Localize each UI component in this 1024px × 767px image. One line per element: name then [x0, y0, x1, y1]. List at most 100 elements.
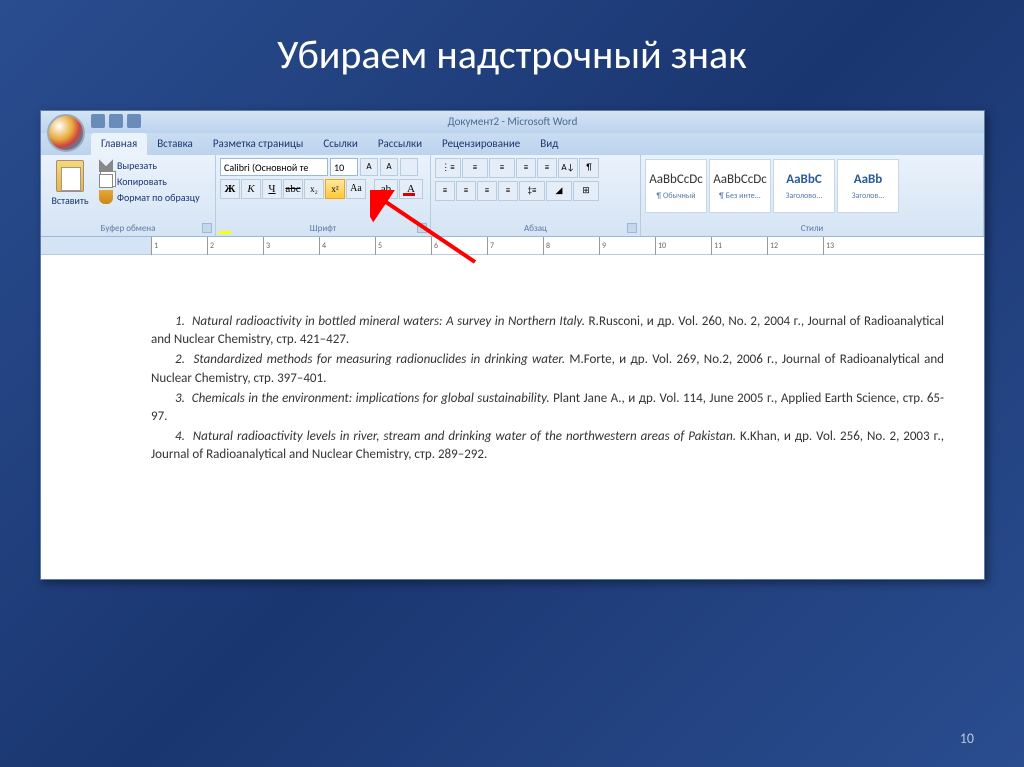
- highlight-label: ab: [381, 183, 391, 195]
- ruler-tick: 12: [767, 237, 823, 255]
- styles-gallery: AaBbCcDc ¶ Обычный AaBbCcDc ¶ Без инте..…: [645, 159, 979, 213]
- ruler-tick: 13: [823, 237, 879, 255]
- group-font: Calibri (Основной те 10 A A Ж К Ч abc x₂…: [216, 155, 431, 236]
- reference-entry: 3. Chemicals in the environment: implica…: [151, 390, 944, 426]
- grow-font-button[interactable]: A: [360, 158, 378, 176]
- align-left-button[interactable]: ≡: [435, 181, 455, 201]
- quick-access-toolbar: [91, 114, 141, 128]
- tab-page-layout[interactable]: Разметка страницы: [203, 133, 314, 155]
- clear-formatting-button[interactable]: [400, 158, 418, 176]
- group-label-paragraph: Абзац: [431, 223, 640, 234]
- tab-mailings[interactable]: Рассылки: [368, 133, 432, 155]
- style-heading1[interactable]: AaBbC Заголово...: [773, 159, 835, 213]
- ruler-tick: 9: [599, 237, 655, 255]
- superscript-button[interactable]: x²: [325, 179, 345, 199]
- undo-icon[interactable]: [109, 114, 123, 128]
- font-color-button[interactable]: A: [399, 179, 423, 199]
- scissors-icon: [99, 158, 113, 172]
- reference-entry: 1. Natural radioactivity in bottled mine…: [151, 313, 944, 349]
- copy-button[interactable]: Копировать: [99, 174, 200, 188]
- style-preview: AaBbCcDc: [649, 172, 703, 187]
- tab-review[interactable]: Рецензирование: [432, 133, 530, 155]
- ref-num: 3.: [175, 391, 185, 406]
- sort-button[interactable]: A↓: [558, 158, 578, 178]
- brush-icon: [99, 190, 113, 204]
- bold-button[interactable]: Ж: [220, 179, 240, 199]
- font-dialog-launcher[interactable]: [417, 223, 427, 233]
- word-window: Документ2 - Microsoft Word Главная Встав…: [40, 110, 985, 580]
- paragraph-dialog-launcher[interactable]: [627, 223, 637, 233]
- multilevel-list-button[interactable]: ≡: [489, 158, 515, 178]
- ref-num: 2.: [175, 352, 185, 367]
- slide-page-number: 10: [960, 730, 974, 747]
- font-family-combo[interactable]: Calibri (Основной те: [220, 158, 328, 176]
- style-no-spacing[interactable]: AaBbCcDc ¶ Без инте...: [709, 159, 771, 213]
- decrease-indent-button[interactable]: ≡: [516, 158, 536, 178]
- group-paragraph: ⋮≡ ≡ ≡ ≡ ≡ A↓ ¶ ≡ ≡ ≡ ≡ ‡≡ ◢ ⊞ Абзац: [431, 155, 641, 236]
- slide-title: Убираем надстрочный знак: [0, 0, 1024, 99]
- ribbon-tabs: Главная Вставка Разметка страницы Ссылки…: [41, 133, 984, 155]
- tab-references[interactable]: Ссылки: [313, 133, 368, 155]
- copy-label: Копировать: [117, 175, 167, 188]
- redo-icon[interactable]: [127, 114, 141, 128]
- cut-label: Вырезать: [117, 159, 157, 172]
- format-painter-button[interactable]: Формат по образцу: [99, 190, 200, 204]
- document-area[interactable]: 1. Natural radioactivity in bottled mine…: [41, 255, 984, 579]
- style-heading2[interactable]: AaBb Заголов...: [837, 159, 899, 213]
- italic-button[interactable]: К: [241, 179, 261, 199]
- ruler-left-margin: [41, 237, 151, 254]
- strikethrough-button[interactable]: abc: [283, 179, 303, 199]
- numbering-button[interactable]: ≡: [462, 158, 488, 178]
- style-name: Заголов...: [852, 191, 885, 201]
- line-spacing-button[interactable]: ‡≡: [519, 181, 545, 201]
- align-right-button[interactable]: ≡: [477, 181, 497, 201]
- change-case-button[interactable]: Aa: [346, 179, 366, 199]
- ruler-tick: 7: [487, 237, 543, 255]
- style-normal[interactable]: AaBbCcDc ¶ Обычный: [645, 159, 707, 213]
- borders-button[interactable]: ⊞: [573, 181, 599, 201]
- tab-insert[interactable]: Вставка: [147, 133, 203, 155]
- underline-button[interactable]: Ч: [262, 179, 282, 199]
- copy-icon: [99, 174, 113, 188]
- style-name: ¶ Без инте...: [719, 191, 761, 201]
- paste-icon: [56, 160, 84, 192]
- style-name: Заголово...: [786, 191, 823, 201]
- highlight-button[interactable]: ab: [374, 179, 398, 199]
- window-titlebar: Документ2 - Microsoft Word: [41, 111, 984, 133]
- justify-button[interactable]: ≡: [498, 181, 518, 201]
- ruler-tick: 2: [207, 237, 263, 255]
- align-center-button[interactable]: ≡: [456, 181, 476, 201]
- ref-num: 4.: [175, 429, 185, 444]
- ref-title: Natural radioactivity in bottled mineral…: [192, 314, 585, 329]
- ruler-ticks: 1 2 3 4 5 6 7 8 9 10 11 12 13: [151, 237, 879, 255]
- ruler-tick: 4: [319, 237, 375, 255]
- office-button[interactable]: [47, 114, 85, 152]
- style-preview: AaBbCcDc: [713, 172, 767, 187]
- ref-title: Natural radioactivity levels in river, s…: [193, 429, 736, 444]
- show-marks-button[interactable]: ¶: [579, 158, 599, 178]
- tab-view[interactable]: Вид: [530, 133, 568, 155]
- ref-title: Standardized methods for measuring radio…: [194, 352, 566, 367]
- ruler-tick: 10: [655, 237, 711, 255]
- ruler-tick: 6: [431, 237, 487, 255]
- font-size-combo[interactable]: 10: [330, 158, 358, 176]
- paste-button[interactable]: Вставить: [45, 158, 95, 209]
- bullets-button[interactable]: ⋮≡: [435, 158, 461, 178]
- group-styles: AaBbCcDc ¶ Обычный AaBbCcDc ¶ Без инте..…: [641, 155, 984, 236]
- subscript-button[interactable]: x₂: [304, 179, 324, 199]
- clipboard-dialog-launcher[interactable]: [202, 223, 212, 233]
- horizontal-ruler[interactable]: 1 2 3 4 5 6 7 8 9 10 11 12 13: [41, 237, 984, 255]
- tab-home[interactable]: Главная: [91, 133, 147, 155]
- shrink-font-button[interactable]: A: [380, 158, 398, 176]
- increase-indent-button[interactable]: ≡: [537, 158, 557, 178]
- style-name: ¶ Обычный: [656, 191, 695, 201]
- cut-button[interactable]: Вырезать: [99, 158, 200, 172]
- group-label-styles: Стили: [641, 223, 983, 234]
- ruler-tick: 8: [543, 237, 599, 255]
- ruler-tick: 5: [375, 237, 431, 255]
- group-label-clipboard: Буфер обмена: [41, 223, 215, 234]
- save-icon[interactable]: [91, 114, 105, 128]
- shading-button[interactable]: ◢: [546, 181, 572, 201]
- ruler-tick: 11: [711, 237, 767, 255]
- ref-title: Chemicals in the environment: implicatio…: [192, 391, 550, 406]
